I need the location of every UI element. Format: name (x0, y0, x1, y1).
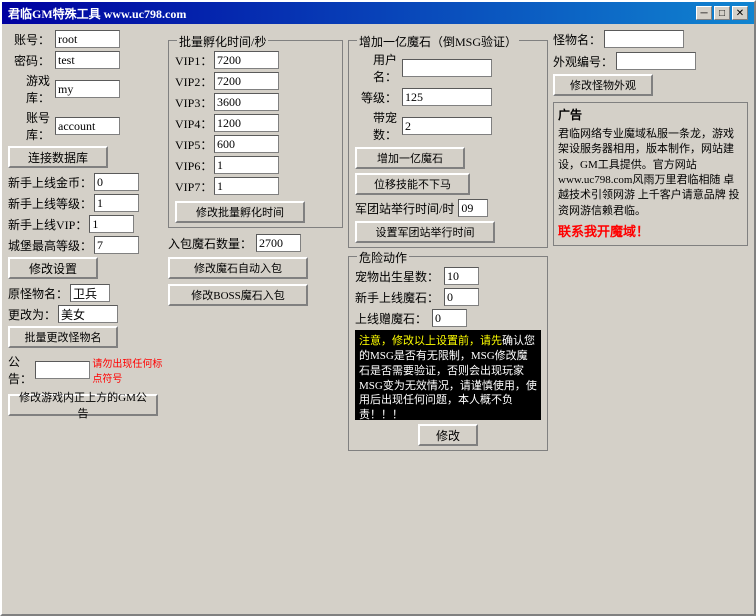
account-label: 账号： (8, 31, 50, 48)
castle-max-label: 城堡最高等级： (8, 237, 92, 254)
newbie-gold-input[interactable] (94, 173, 139, 191)
modify-settings-button[interactable]: 修改设置 (8, 257, 98, 279)
ad-title: 广告 (558, 107, 743, 124)
gamedb-input[interactable] (55, 80, 120, 98)
vip2-input[interactable] (214, 72, 279, 90)
modify-auto-button[interactable]: 修改魔石自动入包 (168, 257, 308, 279)
accountdb-label: 账号库： (8, 109, 50, 143)
modify-danger-button[interactable]: 修改 (418, 424, 478, 446)
online-gift-label: 上线赠魔石： (355, 310, 427, 327)
monster-original-input[interactable] (70, 284, 110, 302)
vip5-input[interactable] (214, 135, 279, 153)
newbie-vip-label: 新手上线VIP： (8, 216, 87, 233)
warning-text: 注意，修改以上设置前，请先确认您的MSG是否有无限制，MSG修改魔石是否需要验证… (359, 335, 537, 420)
newbie-gold-label: 新手上线金币： (8, 174, 92, 191)
level-label: 等级： (355, 89, 397, 106)
announce-hint: 请勿出现任何标点符号 (92, 355, 163, 385)
vip2-label: VIP2： (175, 73, 210, 90)
account-input[interactable] (55, 30, 120, 48)
maximize-button[interactable]: □ (714, 6, 730, 20)
add-stone-title: 增加一亿魔石（倒MSG验证） (357, 33, 519, 50)
vip3-label: VIP3： (175, 94, 210, 111)
vip4-input[interactable] (214, 114, 279, 132)
danger-title: 危险动作 (357, 249, 409, 266)
army-time-input[interactable] (458, 199, 488, 217)
vip3-input[interactable] (214, 93, 279, 111)
accountdb-input[interactable] (55, 117, 120, 135)
newbie-stone-label: 新手上线魔石： (355, 289, 439, 306)
pet-star-input[interactable] (444, 267, 479, 285)
ad-box: 广告 君临网络专业魔域私服一条龙，游戏架设服务器相用，版本制作，网站建设，GM工… (553, 102, 748, 246)
monster-name-input[interactable] (604, 30, 684, 48)
backpack-input[interactable] (256, 234, 301, 252)
move-skill-button[interactable]: 位移技能不下马 (355, 173, 470, 195)
newbie-level-input[interactable] (94, 194, 139, 212)
username-input[interactable] (402, 59, 492, 77)
window-controls: ─ □ ✕ (696, 6, 748, 20)
close-button[interactable]: ✕ (732, 6, 748, 20)
batch-change-button[interactable]: 批量更改怪物名 (8, 326, 118, 348)
ad-text: 君临网络专业魔域私服一条龙，游戏架设服务器相用，版本制作，网站建设，GM工具提供… (558, 127, 743, 219)
announce-input[interactable] (35, 361, 90, 379)
vip6-label: VIP6： (175, 157, 210, 174)
monster-original-label: 原怪物名： (8, 285, 68, 302)
army-time-label: 军团站举行时间/时 (355, 200, 454, 217)
appearance-input[interactable] (616, 52, 696, 70)
connect-db-button[interactable]: 连接数据库 (8, 146, 108, 168)
main-window: 君临GM特殊工具 www.uc798.com ─ □ ✕ 账号： 密码： 游戏库… (0, 0, 756, 616)
vip7-label: VIP7： (175, 178, 210, 195)
backpack-label: 入包魔石数量： (168, 235, 252, 252)
modify-appearance-button[interactable]: 修改怪物外观 (553, 74, 653, 96)
window-title: 君临GM特殊工具 www.uc798.com (8, 5, 186, 22)
online-gift-input[interactable] (432, 309, 467, 327)
newbie-vip-input[interactable] (89, 215, 134, 233)
pet-star-label: 宠物出生星数： (355, 268, 439, 285)
add-stone-button[interactable]: 增加一亿魔石 (355, 147, 465, 169)
ad-link[interactable]: 联系我开魔域！ (558, 223, 743, 241)
carry-input[interactable] (402, 117, 492, 135)
far-right-panel: 怪物名： 外观编号： 修改怪物外观 广告 君临网络专业魔域私服一条龙，游戏架设服… (553, 30, 748, 608)
center-panel: 批量孵化时间/秒 VIP1： VIP2： VIP3： VIP4： (168, 30, 343, 608)
level-input[interactable] (402, 88, 492, 106)
monster-name-label: 怪物名： (553, 31, 601, 48)
password-input[interactable] (55, 51, 120, 69)
castle-max-input[interactable] (94, 236, 139, 254)
vip1-label: VIP1： (175, 52, 210, 69)
vip5-label: VIP5： (175, 136, 210, 153)
modify-announce-button[interactable]: 修改游戏内正上方的GM公告 (8, 394, 158, 416)
titlebar: 君临GM特殊工具 www.uc798.com ─ □ ✕ (2, 2, 754, 24)
newbie-stone-input[interactable] (444, 288, 479, 306)
vip6-input[interactable] (214, 156, 279, 174)
username-label: 用户名： (355, 51, 397, 85)
change-to-label: 更改为： (8, 306, 56, 323)
left-panel: 账号： 密码： 游戏库： 账号库： 连接数据库 新手上线金币： (8, 30, 163, 608)
warning-box: 注意，修改以上设置前，请先确认您的MSG是否有无限制，MSG修改魔石是否需要验证… (355, 330, 541, 420)
right-center-panel: 增加一亿魔石（倒MSG验证） 用户名： 等级： 带宠数： 增加一亿魔石 (348, 30, 548, 608)
password-label: 密码： (8, 52, 50, 69)
modify-hatch-button[interactable]: 修改批量孵化时间 (175, 201, 305, 223)
vip7-input[interactable] (214, 177, 279, 195)
modify-boss-button[interactable]: 修改BOSS魔石入包 (168, 284, 308, 306)
change-to-input[interactable] (58, 305, 118, 323)
newbie-level-label: 新手上线等级： (8, 195, 92, 212)
announce-label: 公告： (8, 353, 33, 387)
appearance-label: 外观编号： (553, 53, 613, 70)
vip1-input[interactable] (214, 51, 279, 69)
minimize-button[interactable]: ─ (696, 6, 712, 20)
vip4-label: VIP4： (175, 115, 210, 132)
carry-label: 带宠数： (355, 109, 397, 143)
gamedb-label: 游戏库： (8, 72, 50, 106)
set-army-button[interactable]: 设置军团站举行时间 (355, 221, 495, 243)
batch-hatch-title: 批量孵化时间/秒 (177, 33, 268, 50)
